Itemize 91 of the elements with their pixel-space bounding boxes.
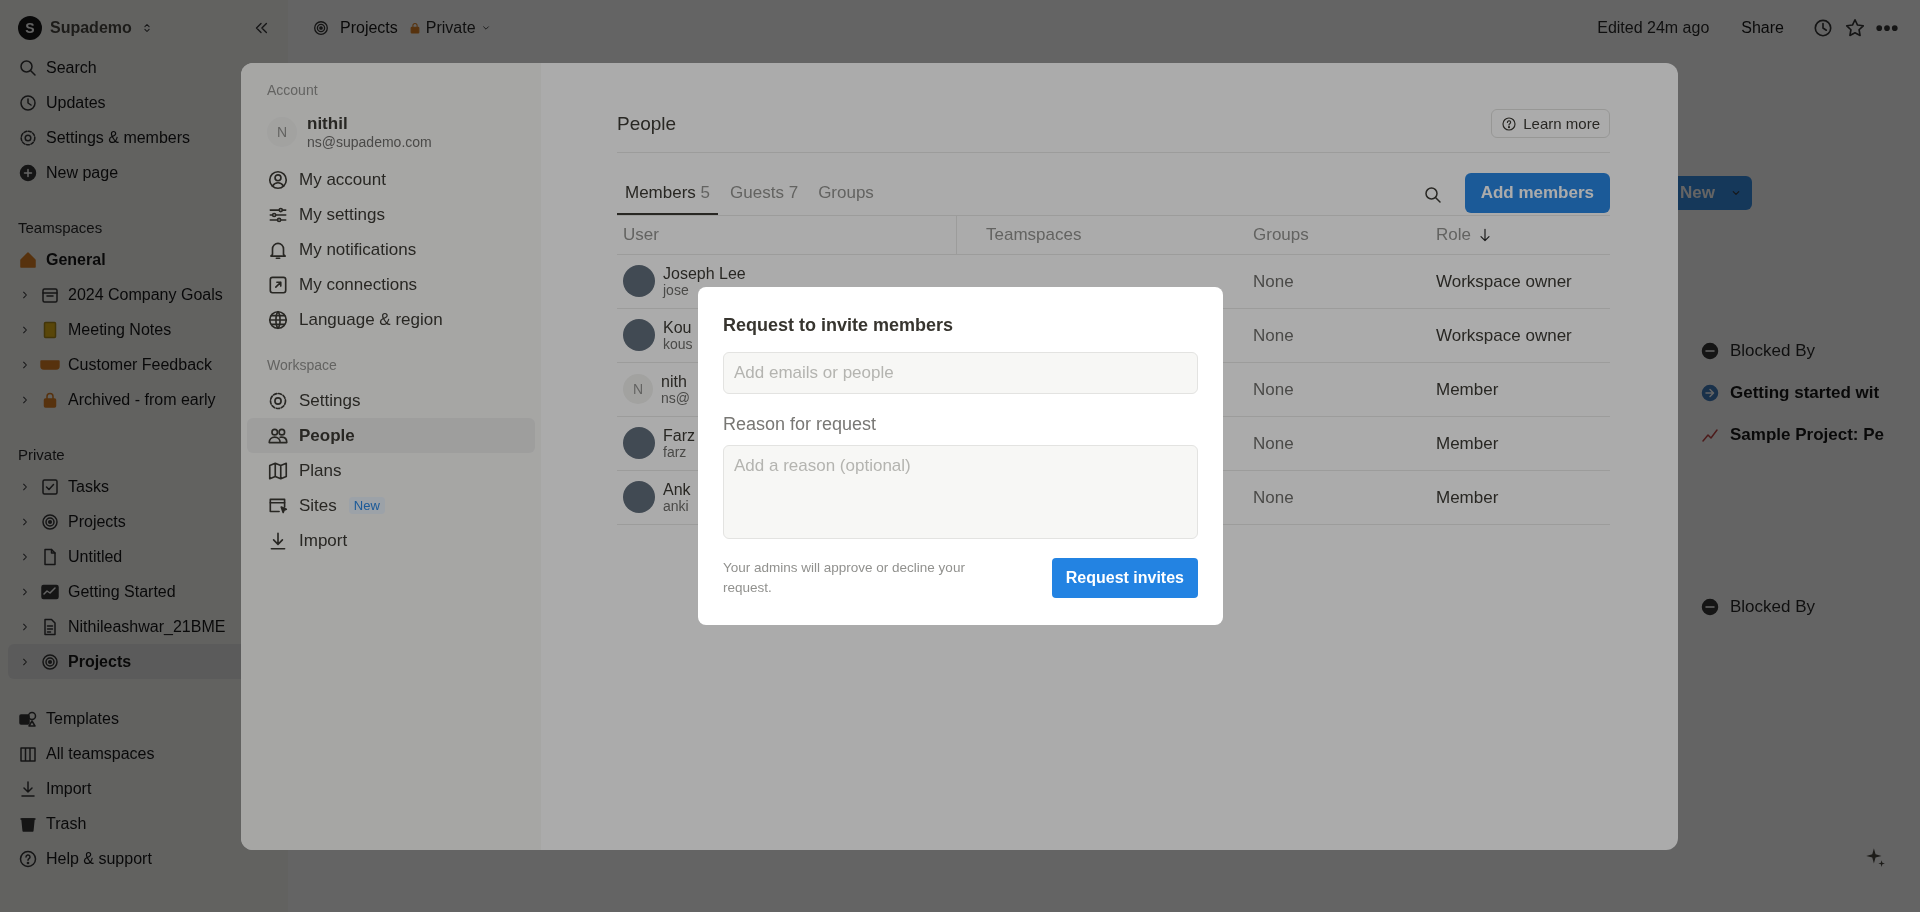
column-header[interactable]: Teamspaces — [986, 225, 1082, 245]
member-name: Farz — [663, 427, 695, 445]
breadcrumb[interactable]: Projects — [340, 19, 398, 37]
member-email: anki — [663, 498, 690, 514]
member-email: jose — [663, 282, 689, 298]
field-label: Reason for request — [723, 414, 878, 435]
user-name: nithil — [307, 114, 349, 134]
search-icon — [1422, 185, 1443, 205]
search-icon — [18, 57, 38, 78]
workspace-name[interactable]: Supademo — [50, 19, 132, 37]
page-item[interactable]: Nithileashwar_21BME — [8, 609, 280, 644]
target-icon — [40, 651, 60, 672]
sidebar-item[interactable]: Help & support — [8, 841, 280, 876]
learn-more-button[interactable]: Learn more — [1491, 109, 1610, 138]
avatar-photo-placeholder — [623, 265, 655, 298]
avatar-photo-placeholder — [623, 427, 655, 460]
arrow-box-icon — [267, 273, 289, 296]
arrow-circle-icon — [1700, 383, 1720, 403]
column-header[interactable]: User — [623, 225, 659, 245]
nav-item[interactable]: People — [247, 418, 535, 453]
section-label: Teamspaces — [18, 218, 103, 236]
sidebar-item[interactable]: All teamspaces — [8, 736, 280, 771]
property-label[interactable]: Blocked By — [1700, 330, 1920, 372]
sidebar-item[interactable]: Templates — [8, 701, 280, 736]
section-title: People — [617, 112, 677, 135]
privacy-menu[interactable]: Private — [407, 19, 492, 37]
tab[interactable]: Groups — [810, 175, 882, 215]
member-email: kous — [663, 336, 693, 352]
target-icon — [312, 19, 330, 37]
house-icon — [18, 249, 38, 270]
section-label: Private — [18, 445, 65, 463]
member-name: Ank — [663, 481, 691, 499]
member-email: farz — [663, 444, 688, 460]
role-cell[interactable]: Member — [1436, 487, 1499, 508]
groups-cell: None — [1253, 433, 1294, 454]
globe-icon — [267, 308, 289, 331]
section-label: Workspace — [266, 357, 338, 375]
member-name: nith — [661, 373, 688, 391]
clock-icon — [1812, 17, 1834, 39]
groups-cell: None — [1253, 487, 1294, 508]
person-circle-icon — [267, 168, 289, 191]
tab[interactable]: Guests 7 — [722, 175, 807, 215]
member-email: ns@ — [661, 390, 690, 406]
section-label: Account — [266, 82, 319, 100]
add-members-button[interactable]: Add members — [1464, 173, 1610, 213]
workspace-logo: S — [18, 16, 42, 40]
checkbox-icon — [40, 476, 60, 497]
nav-item[interactable]: My settings — [247, 197, 535, 232]
edited-time: Edited 24m ago — [1597, 19, 1710, 37]
member-name: Kou — [663, 319, 693, 337]
minus-circle-icon — [1700, 341, 1720, 361]
column-header[interactable]: Groups — [1253, 225, 1309, 245]
download-icon — [18, 778, 38, 799]
role-cell[interactable]: Workspace owner — [1436, 325, 1572, 346]
page-item[interactable]: Getting Started — [8, 574, 280, 609]
avatar-photo-placeholder — [623, 481, 655, 514]
relation-link[interactable]: Getting started wit — [1700, 372, 1920, 414]
dialog-note: Your admins will approve or decline your request. — [723, 559, 966, 597]
clock-icon — [18, 92, 38, 113]
help-icon — [18, 848, 38, 869]
dialog-title: Request to invite members — [723, 315, 955, 336]
role-cell[interactable]: Workspace owner — [1436, 271, 1572, 292]
groups-cell: None — [1253, 379, 1294, 400]
property-label[interactable]: Blocked By — [1700, 586, 1920, 628]
tab[interactable]: Members 5 — [617, 175, 719, 215]
new-badge: New — [348, 497, 385, 514]
star-icon — [1844, 17, 1866, 39]
sidebar-item[interactable]: Search — [8, 50, 280, 85]
minus-circle-icon — [1700, 597, 1720, 617]
avatar-photo-placeholder — [623, 319, 655, 352]
more-icon — [1876, 24, 1898, 32]
column-header[interactable]: Role — [1436, 225, 1471, 245]
role-cell[interactable]: Member — [1436, 379, 1499, 400]
user-email: ns@supademo.com — [307, 134, 432, 150]
target-icon — [40, 511, 60, 532]
sidebar-item[interactable]: Trash — [8, 806, 280, 841]
user-avatar: N — [623, 374, 653, 405]
reason-input-field[interactable]: Add a reason (optional) — [723, 445, 1198, 539]
sidebar-item[interactable]: Import — [8, 771, 280, 806]
email-input-field[interactable]: Add emails or people — [723, 352, 1198, 394]
member-name: Joseph Lee — [663, 265, 746, 283]
user-avatar: N — [267, 117, 297, 147]
share-button[interactable]: Share — [1733, 15, 1792, 41]
relation-link[interactable]: Sample Project: Pe — [1700, 414, 1920, 456]
request-invites-button[interactable]: Request invites — [1051, 558, 1198, 598]
map-icon — [267, 459, 289, 482]
groups-cell: None — [1253, 271, 1294, 292]
plus-circle-icon — [18, 162, 38, 183]
question-circle-icon — [1501, 115, 1518, 132]
groups-cell: None — [1253, 325, 1294, 346]
role-cell[interactable]: Member — [1436, 433, 1499, 454]
